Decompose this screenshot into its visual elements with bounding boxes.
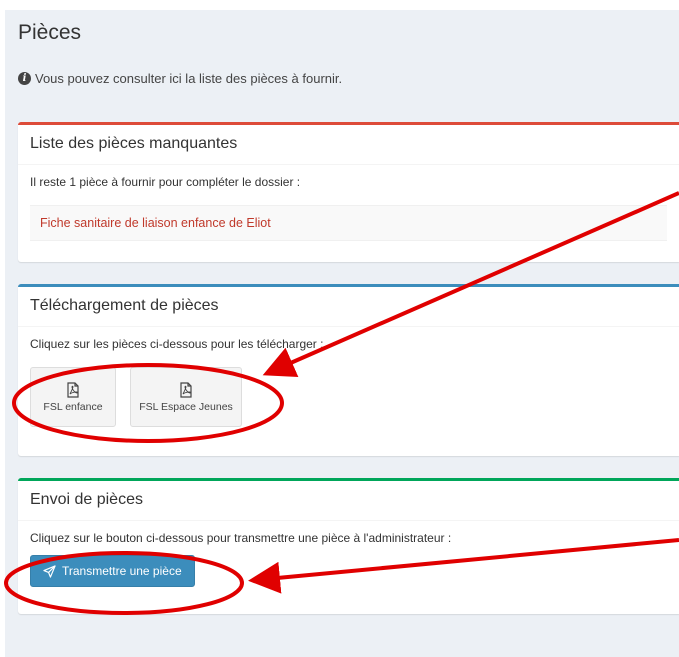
content-wrapper: Pièces i Vous pouvez consulter ici la li…: [5, 10, 679, 657]
file-label: FSL enfance: [43, 400, 103, 413]
upload-instruction: Cliquez sur le bouton ci-dessous pour tr…: [30, 531, 452, 545]
page-title: Pièces: [18, 21, 82, 44]
pdf-icon: [180, 381, 192, 398]
download-fsl-espace-jeunes-button[interactable]: FSL Espace Jeunes: [130, 367, 242, 427]
missing-document-item: Fiche sanitaire de liaison enfance de El…: [30, 205, 667, 241]
info-message: i Vous pouvez consulter ici la liste des…: [18, 71, 342, 86]
transmit-button-label: Transmettre une pièce: [62, 564, 182, 578]
upload-documents-title: Envoi de pièces: [18, 481, 679, 521]
transmit-document-button[interactable]: Transmettre une pièce: [30, 555, 195, 587]
upload-documents-box: Envoi de pièces Cliquez sur le bouton ci…: [18, 478, 679, 614]
missing-documents-box: Liste des pièces manquantes Il reste 1 p…: [18, 122, 679, 262]
paper-plane-icon: [43, 564, 56, 578]
download-instruction: Cliquez sur les pièces ci-dessous pour l…: [30, 337, 324, 351]
info-icon: i: [18, 72, 31, 85]
file-label: FSL Espace Jeunes: [139, 400, 233, 413]
download-documents-box: Téléchargement de pièces Cliquez sur les…: [18, 284, 679, 456]
download-files: FSL enfance FSL Espace Jeunes: [30, 367, 667, 427]
download-fsl-enfance-button[interactable]: FSL enfance: [30, 367, 116, 427]
pdf-icon: [67, 381, 79, 398]
missing-documents-title: Liste des pièces manquantes: [18, 125, 679, 165]
info-text: Vous pouvez consulter ici la liste des p…: [35, 71, 343, 86]
download-documents-title: Téléchargement de pièces: [18, 287, 679, 327]
missing-documents-summary: Il reste 1 pièce à fournir pour compléte…: [30, 175, 301, 189]
